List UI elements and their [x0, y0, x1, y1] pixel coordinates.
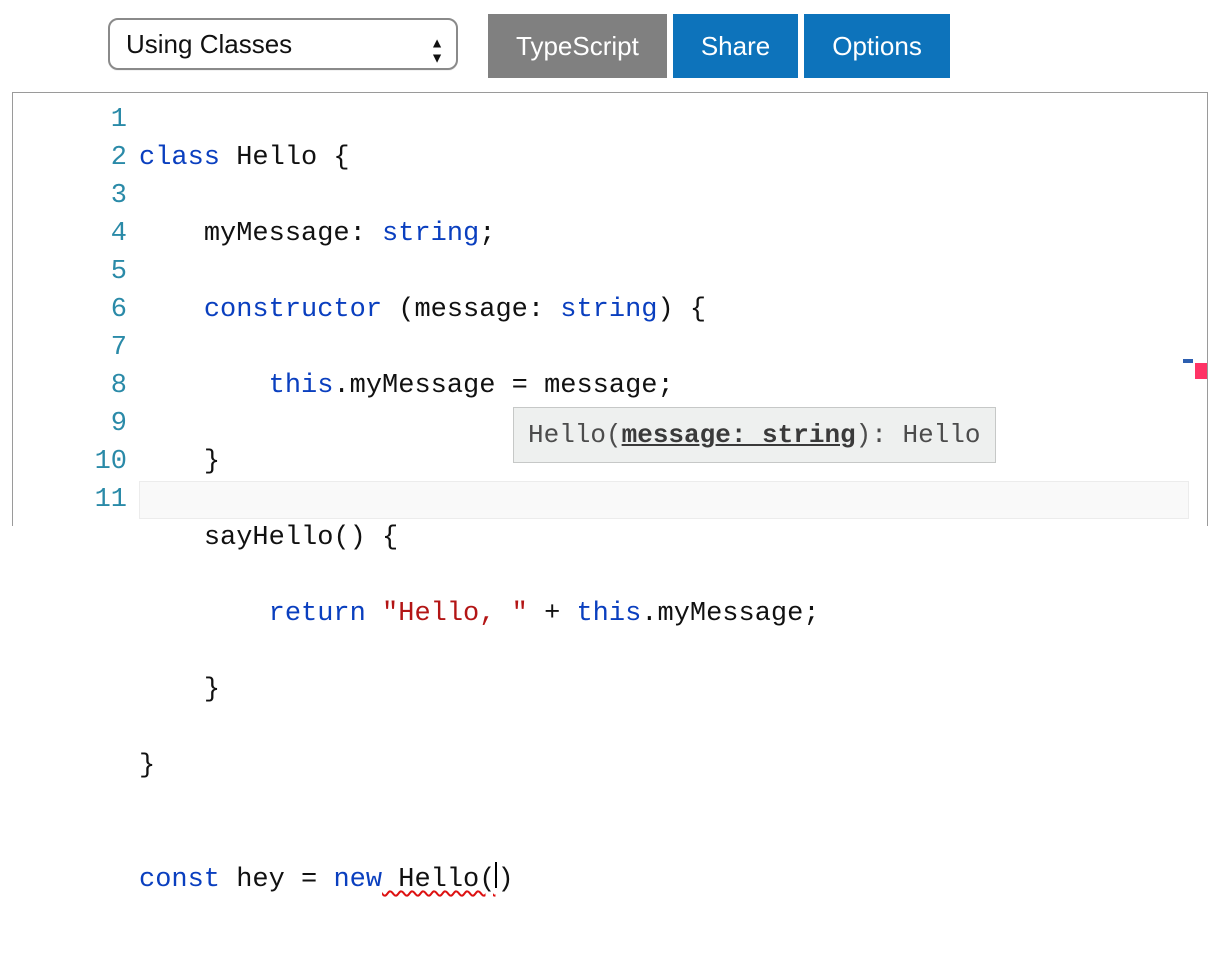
code-line: return "Hello, " + this.myMessage; [139, 595, 1183, 633]
code-line: constructor (message: string) { [139, 291, 1183, 329]
code-line: class Hello { [139, 139, 1183, 177]
code-line: this.myMessage = message; [139, 367, 1183, 405]
overview-ruler-mark [1183, 359, 1193, 363]
error-squiggle: Hello( [382, 865, 495, 895]
code-editor[interactable]: 1 2 3 4 5 6 7 8 9 10 11 class Hello { my… [13, 93, 1207, 526]
toolbar-tabs: TypeScript Share Options [488, 18, 956, 82]
line-number: 3 [13, 177, 127, 215]
code-line: } [139, 671, 1183, 709]
line-number: 6 [13, 291, 127, 329]
sig-return: ): Hello [856, 420, 981, 450]
example-select[interactable]: Using Classes [108, 18, 458, 70]
line-number: 1 [13, 101, 127, 139]
editor-frame: 1 2 3 4 5 6 7 8 9 10 11 class Hello { my… [12, 92, 1208, 526]
tab-label: Share [701, 31, 770, 62]
toolbar: Using Classes ▲▼ TypeScript Share Option… [0, 0, 1220, 82]
code-content[interactable]: class Hello { myMessage: string; constru… [139, 101, 1183, 975]
sig-callee: Hello( [528, 420, 622, 450]
line-number: 2 [13, 139, 127, 177]
tab-label: Options [832, 31, 922, 62]
example-select-wrap: Using Classes ▲▼ [108, 18, 458, 82]
tab-share[interactable]: Share [673, 14, 798, 78]
tab-label: TypeScript [516, 31, 639, 62]
tab-typescript[interactable]: TypeScript [488, 14, 667, 78]
code-line: sayHello() { [139, 519, 1183, 557]
line-number: 10 [13, 443, 127, 481]
line-number-gutter: 1 2 3 4 5 6 7 8 9 10 11 [13, 101, 139, 519]
signature-help-popup: Hello(message: string): Hello [513, 407, 996, 463]
line-number: 11 [13, 481, 127, 519]
code-line: } [139, 747, 1183, 785]
line-number: 9 [13, 405, 127, 443]
code-line: myMessage: string; [139, 215, 1183, 253]
sig-active-param: message: string [622, 420, 856, 450]
line-number: 5 [13, 253, 127, 291]
overview-ruler-error [1195, 363, 1207, 379]
line-number: 7 [13, 329, 127, 367]
line-number: 4 [13, 215, 127, 253]
line-number: 8 [13, 367, 127, 405]
code-line: const hey = new Hello() [139, 861, 1183, 899]
tab-options[interactable]: Options [804, 14, 950, 78]
